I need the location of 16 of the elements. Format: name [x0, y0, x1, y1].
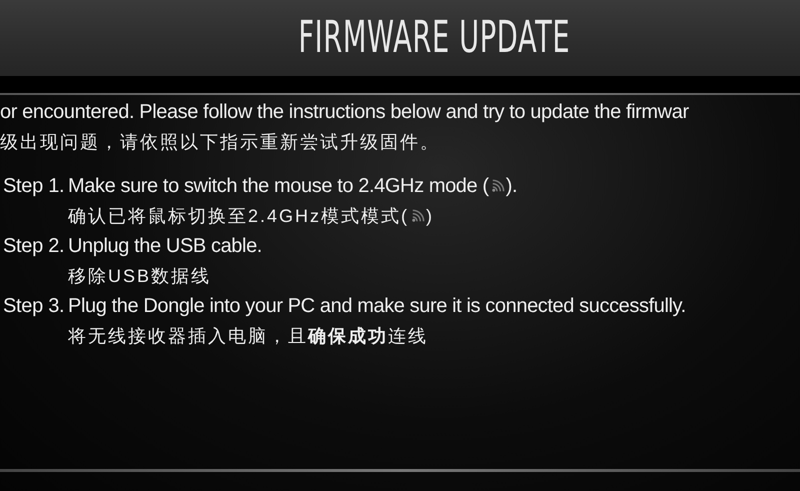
step-text: Plug the Dongle into your PC and make sure it is connected successfully. [68, 294, 686, 318]
step-text: 移除USB数据线 [68, 265, 212, 288]
step-text: 将无线接收器插入电脑，且确保成功连线 [68, 325, 428, 348]
intro-text: or encountered. Please follow the instructions below and try to update the firmwar [0, 100, 690, 124]
wireless-icon [490, 178, 505, 194]
intro-text: 级出现问题，请依照以下指示重新尝试升级固件。 [0, 131, 441, 154]
step-text: Unplug the USB cable. [68, 234, 262, 258]
step-label: Step 2. [2, 234, 66, 258]
step-label: Step 1. [2, 174, 66, 198]
page-title: FIRMWARE UPDATE [298, 16, 570, 60]
step-text: 确认已将鼠标切换至2.4GHz模式模式( [68, 205, 410, 228]
wireless-icon [410, 208, 426, 224]
step-text: ) [426, 206, 434, 226]
step-text: Make sure to switch the mouse to 2.4GHz mode ( [68, 174, 489, 198]
step-label: Step 3. [2, 294, 66, 318]
step-text: ). [506, 174, 518, 198]
